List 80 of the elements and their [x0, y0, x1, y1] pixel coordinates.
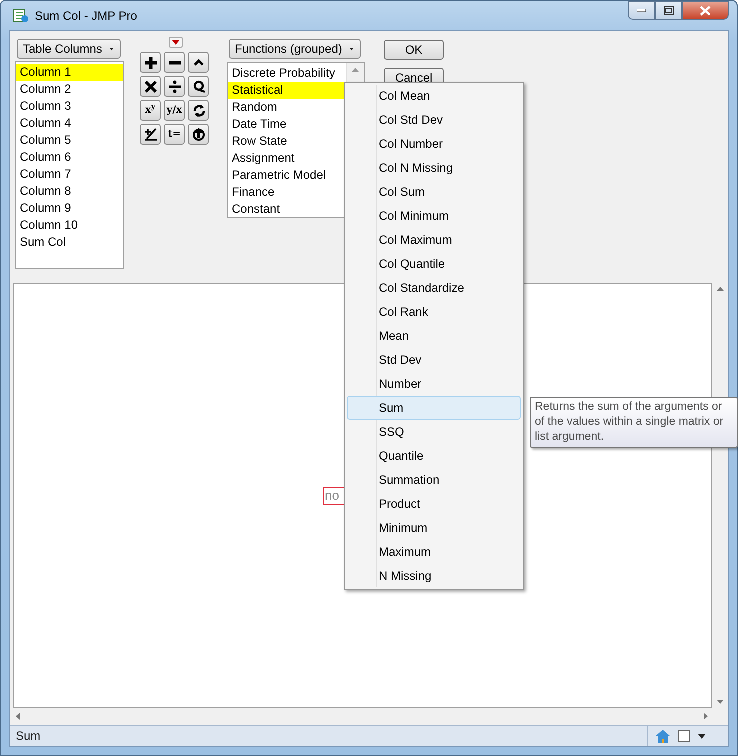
divide-icon — [168, 80, 180, 94]
close-icon — [700, 6, 711, 16]
close-button[interactable] — [682, 1, 729, 20]
home-icon[interactable] — [656, 730, 670, 742]
menu-item[interactable]: Maximum — [347, 540, 521, 564]
keypad-button[interactable] — [188, 52, 209, 73]
column-item[interactable]: Column 6 — [16, 149, 123, 166]
function-item[interactable]: Random — [228, 99, 346, 116]
column-item[interactable]: Column 4 — [16, 115, 123, 132]
column-item[interactable]: Column 9 — [16, 200, 123, 217]
menu-item[interactable]: Col Rank — [347, 300, 521, 324]
app-icon — [13, 8, 29, 24]
scroll-up-icon[interactable] — [716, 287, 724, 291]
keypad-button[interactable]: t= — [164, 124, 185, 145]
status-text: Sum — [16, 728, 41, 745]
column-item[interactable]: Column 3 — [16, 98, 123, 115]
scroll-right-icon[interactable] — [704, 713, 708, 720]
menu-item[interactable]: Sum — [347, 396, 521, 420]
menu-item[interactable]: Col Minimum — [347, 204, 521, 228]
maximize-icon — [664, 6, 674, 15]
refresh-icon — [192, 104, 204, 118]
column-item[interactable]: Column 1 — [16, 64, 123, 81]
keypad-button[interactable]: x$^{y}$ — [140, 100, 161, 121]
keypad-button[interactable] — [188, 76, 209, 97]
function-item[interactable]: Parametric Model — [228, 167, 346, 184]
menu-item[interactable]: Mean — [347, 324, 521, 348]
column-item[interactable]: Column 8 — [16, 183, 123, 200]
keypad-button[interactable] — [140, 52, 161, 73]
dialog-button[interactable]: OK — [384, 40, 444, 60]
function-item[interactable]: Date Time — [228, 116, 346, 133]
caret-icon — [172, 40, 180, 45]
plus-icon — [144, 56, 156, 70]
menu-item[interactable]: Col Quantile — [347, 252, 521, 276]
menu-item[interactable]: Quantile — [347, 444, 521, 468]
caret-icon[interactable] — [698, 734, 706, 738]
menu-item[interactable]: Col Standardize — [347, 276, 521, 300]
menu-item[interactable]: N Missing — [347, 564, 521, 588]
column-item[interactable]: Sum Col — [16, 234, 123, 251]
plus-minus-icon — [144, 128, 156, 142]
function-item[interactable]: Discrete Probability — [228, 65, 346, 82]
menu-item[interactable]: Col Number — [347, 132, 521, 156]
function-item[interactable]: Statistical — [228, 82, 346, 99]
maximize-button[interactable] — [655, 1, 682, 20]
menu-item[interactable]: Col Maximum — [347, 228, 521, 252]
loop-icon — [192, 80, 204, 94]
menu-item[interactable]: SSQ — [347, 420, 521, 444]
column-item[interactable]: Column 2 — [16, 81, 123, 98]
multiply-icon — [144, 80, 156, 94]
function-item[interactable]: Finance — [228, 184, 346, 201]
caret-icon — [350, 46, 354, 52]
keypad-button[interactable] — [140, 124, 161, 145]
keypad-button[interactable] — [188, 100, 209, 121]
menu-item[interactable]: Number — [347, 372, 521, 396]
tooltip: Returns the sum of the arguments or of the values within a single matrix or list argument. — [530, 397, 738, 448]
functions-dropdown[interactable]: Functions (grouped) — [229, 39, 361, 59]
menu-item[interactable]: Std Dev — [347, 348, 521, 372]
keypad-menu-button[interactable] — [168, 37, 182, 48]
keypad-button[interactable] — [164, 52, 185, 73]
menu-item[interactable]: Minimum — [347, 516, 521, 540]
checkbox-icon[interactable] — [678, 730, 690, 742]
scroll-left-icon[interactable] — [16, 713, 20, 720]
keypad-button[interactable] — [164, 76, 185, 97]
columns-dropdown[interactable]: Table Columns — [17, 39, 121, 59]
minimize-button[interactable] — [628, 1, 655, 20]
function-item[interactable]: Constant — [228, 201, 346, 218]
column-item[interactable]: Column 10 — [16, 217, 123, 234]
column-item[interactable]: Column 5 — [16, 132, 123, 149]
scroll-down-icon[interactable] — [716, 700, 724, 704]
minimize-icon — [637, 9, 646, 12]
keypad-button[interactable] — [188, 124, 209, 145]
keypad-button[interactable] — [140, 76, 161, 97]
column-item[interactable]: Column 7 — [16, 166, 123, 183]
function-item[interactable]: Row State — [228, 133, 346, 150]
menu-item[interactable]: Col Sum — [347, 180, 521, 204]
window-title: Sum Col - JMP Pro — [35, 8, 138, 24]
keypad-button[interactable]: y/x — [164, 100, 185, 121]
caret-icon — [110, 46, 114, 52]
menu-item[interactable]: Col N Missing — [347, 156, 521, 180]
function-item[interactable]: Assignment — [228, 150, 346, 167]
menu-item[interactable]: Col Std Dev — [347, 108, 521, 132]
